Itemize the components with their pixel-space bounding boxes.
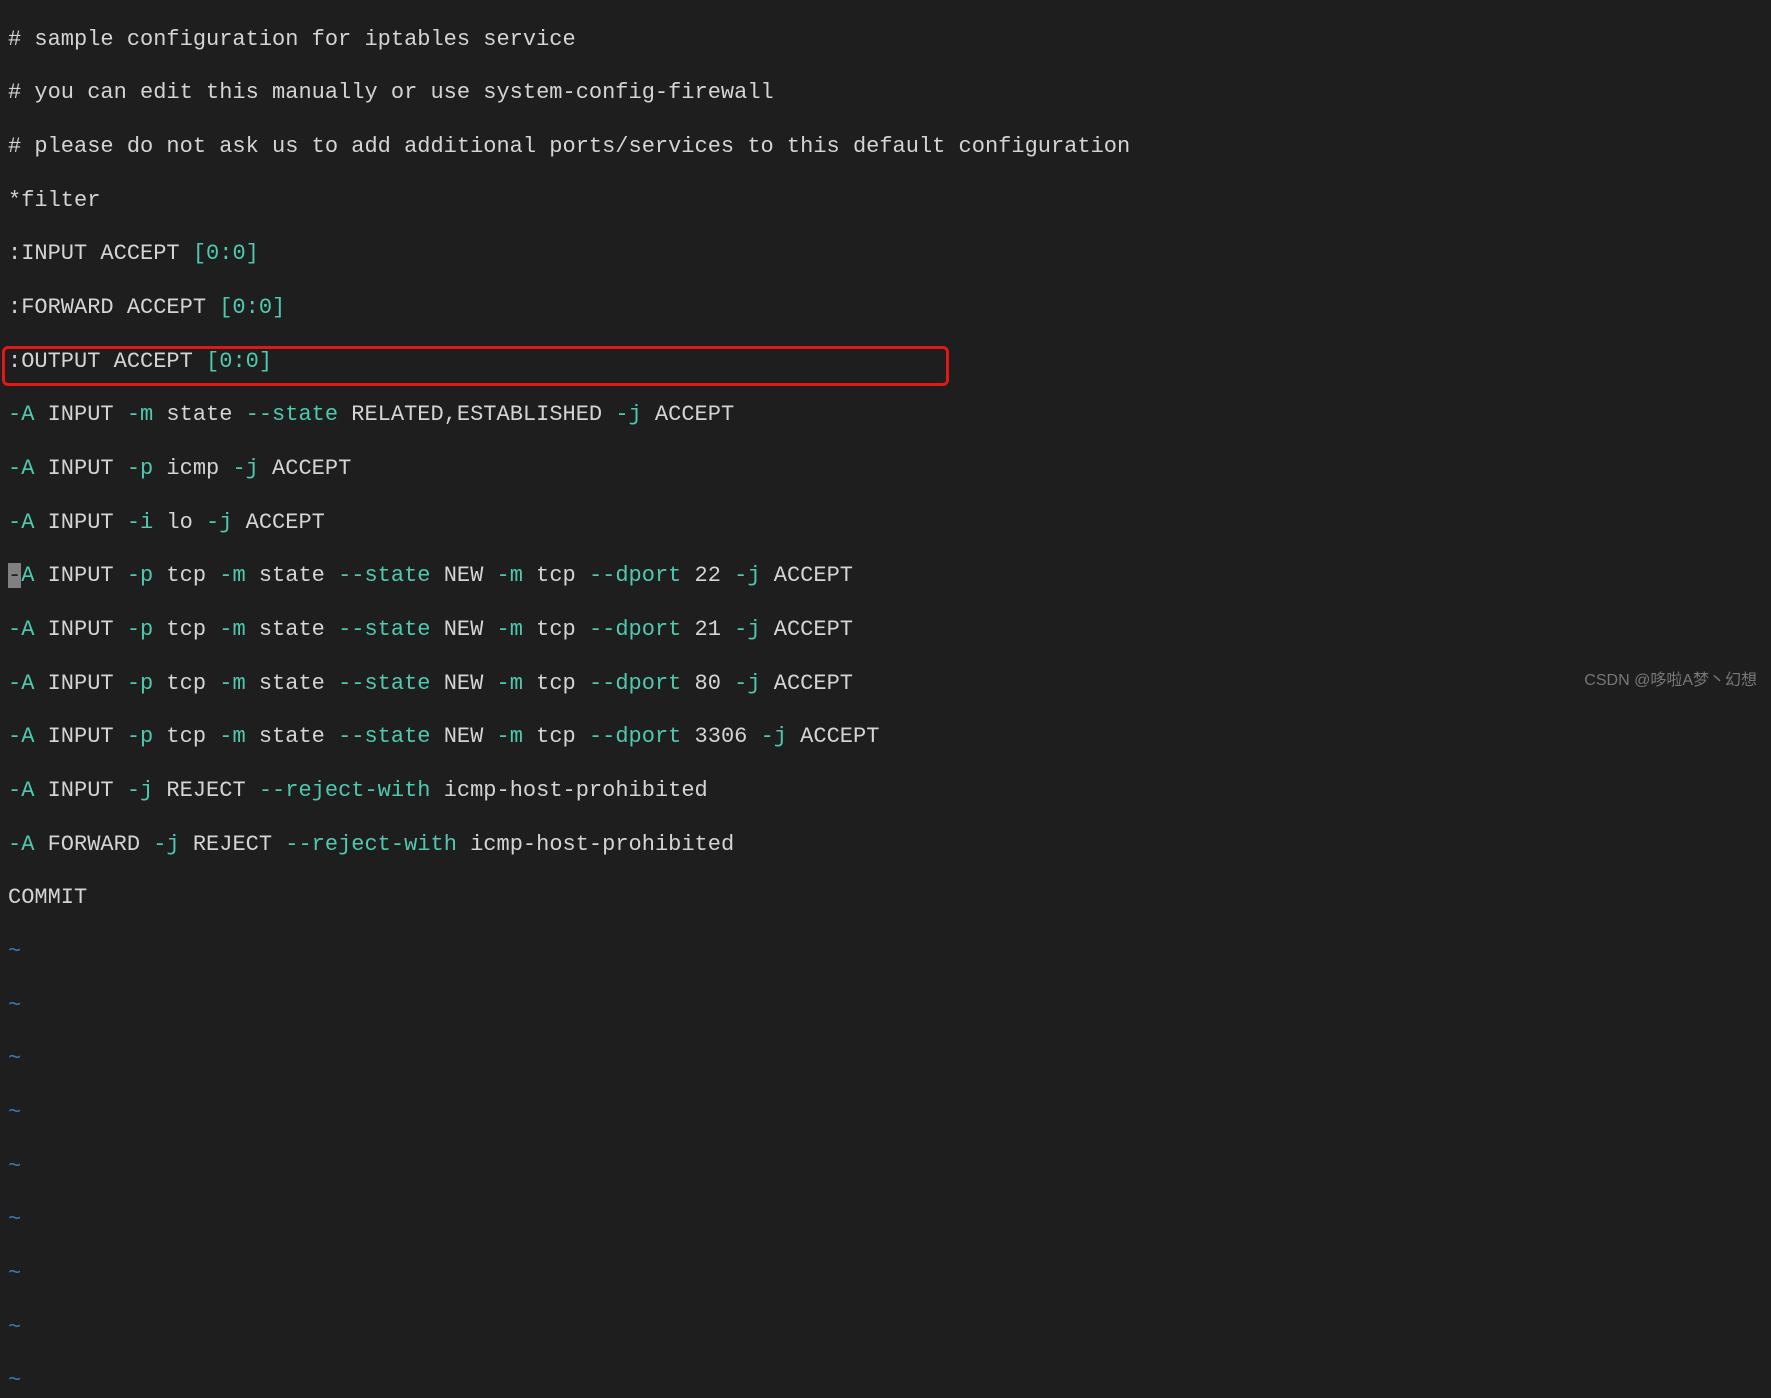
code-line: -A INPUT -p tcp -m state --state NEW -m … (8, 617, 1763, 644)
empty-line-tilde: ~ (8, 1368, 1763, 1395)
code-line: *filter (8, 188, 1763, 215)
code-line: -A INPUT -m state --state RELATED,ESTABL… (8, 402, 1763, 429)
cursor-position: - (8, 563, 21, 588)
empty-line-tilde: ~ (8, 1046, 1763, 1073)
empty-line-tilde: ~ (8, 1261, 1763, 1288)
watermark-text: CSDN @哆啦A梦丶幻想 (1584, 671, 1757, 691)
empty-line-tilde: ~ (8, 993, 1763, 1020)
code-line: -A INPUT -i lo -j ACCEPT (8, 510, 1763, 537)
code-line: COMMIT (8, 885, 1763, 912)
empty-line-tilde: ~ (8, 939, 1763, 966)
code-line: :FORWARD ACCEPT [0:0] (8, 295, 1763, 322)
empty-line-tilde: ~ (8, 1315, 1763, 1342)
code-line: -A FORWARD -j REJECT --reject-with icmp-… (8, 832, 1763, 859)
code-line: -A INPUT -p tcp -m state --state NEW -m … (8, 563, 1763, 590)
code-line: -A INPUT -p icmp -j ACCEPT (8, 456, 1763, 483)
code-line: -A INPUT -j REJECT --reject-with icmp-ho… (8, 778, 1763, 805)
code-line: :OUTPUT ACCEPT [0:0] (8, 349, 1763, 376)
code-line-highlighted: -A INPUT -p tcp -m state --state NEW -m … (8, 724, 1763, 751)
code-line: # sample configuration for iptables serv… (8, 27, 1763, 54)
empty-line-tilde: ~ (8, 1207, 1763, 1234)
terminal-editor[interactable]: # sample configuration for iptables serv… (0, 0, 1771, 1398)
code-line: # please do not ask us to add additional… (8, 134, 1763, 161)
empty-line-tilde: ~ (8, 1154, 1763, 1181)
code-line: :INPUT ACCEPT [0:0] (8, 241, 1763, 268)
code-line: # you can edit this manually or use syst… (8, 80, 1763, 107)
code-line: -A INPUT -p tcp -m state --state NEW -m … (8, 671, 1763, 698)
empty-line-tilde: ~ (8, 1100, 1763, 1127)
